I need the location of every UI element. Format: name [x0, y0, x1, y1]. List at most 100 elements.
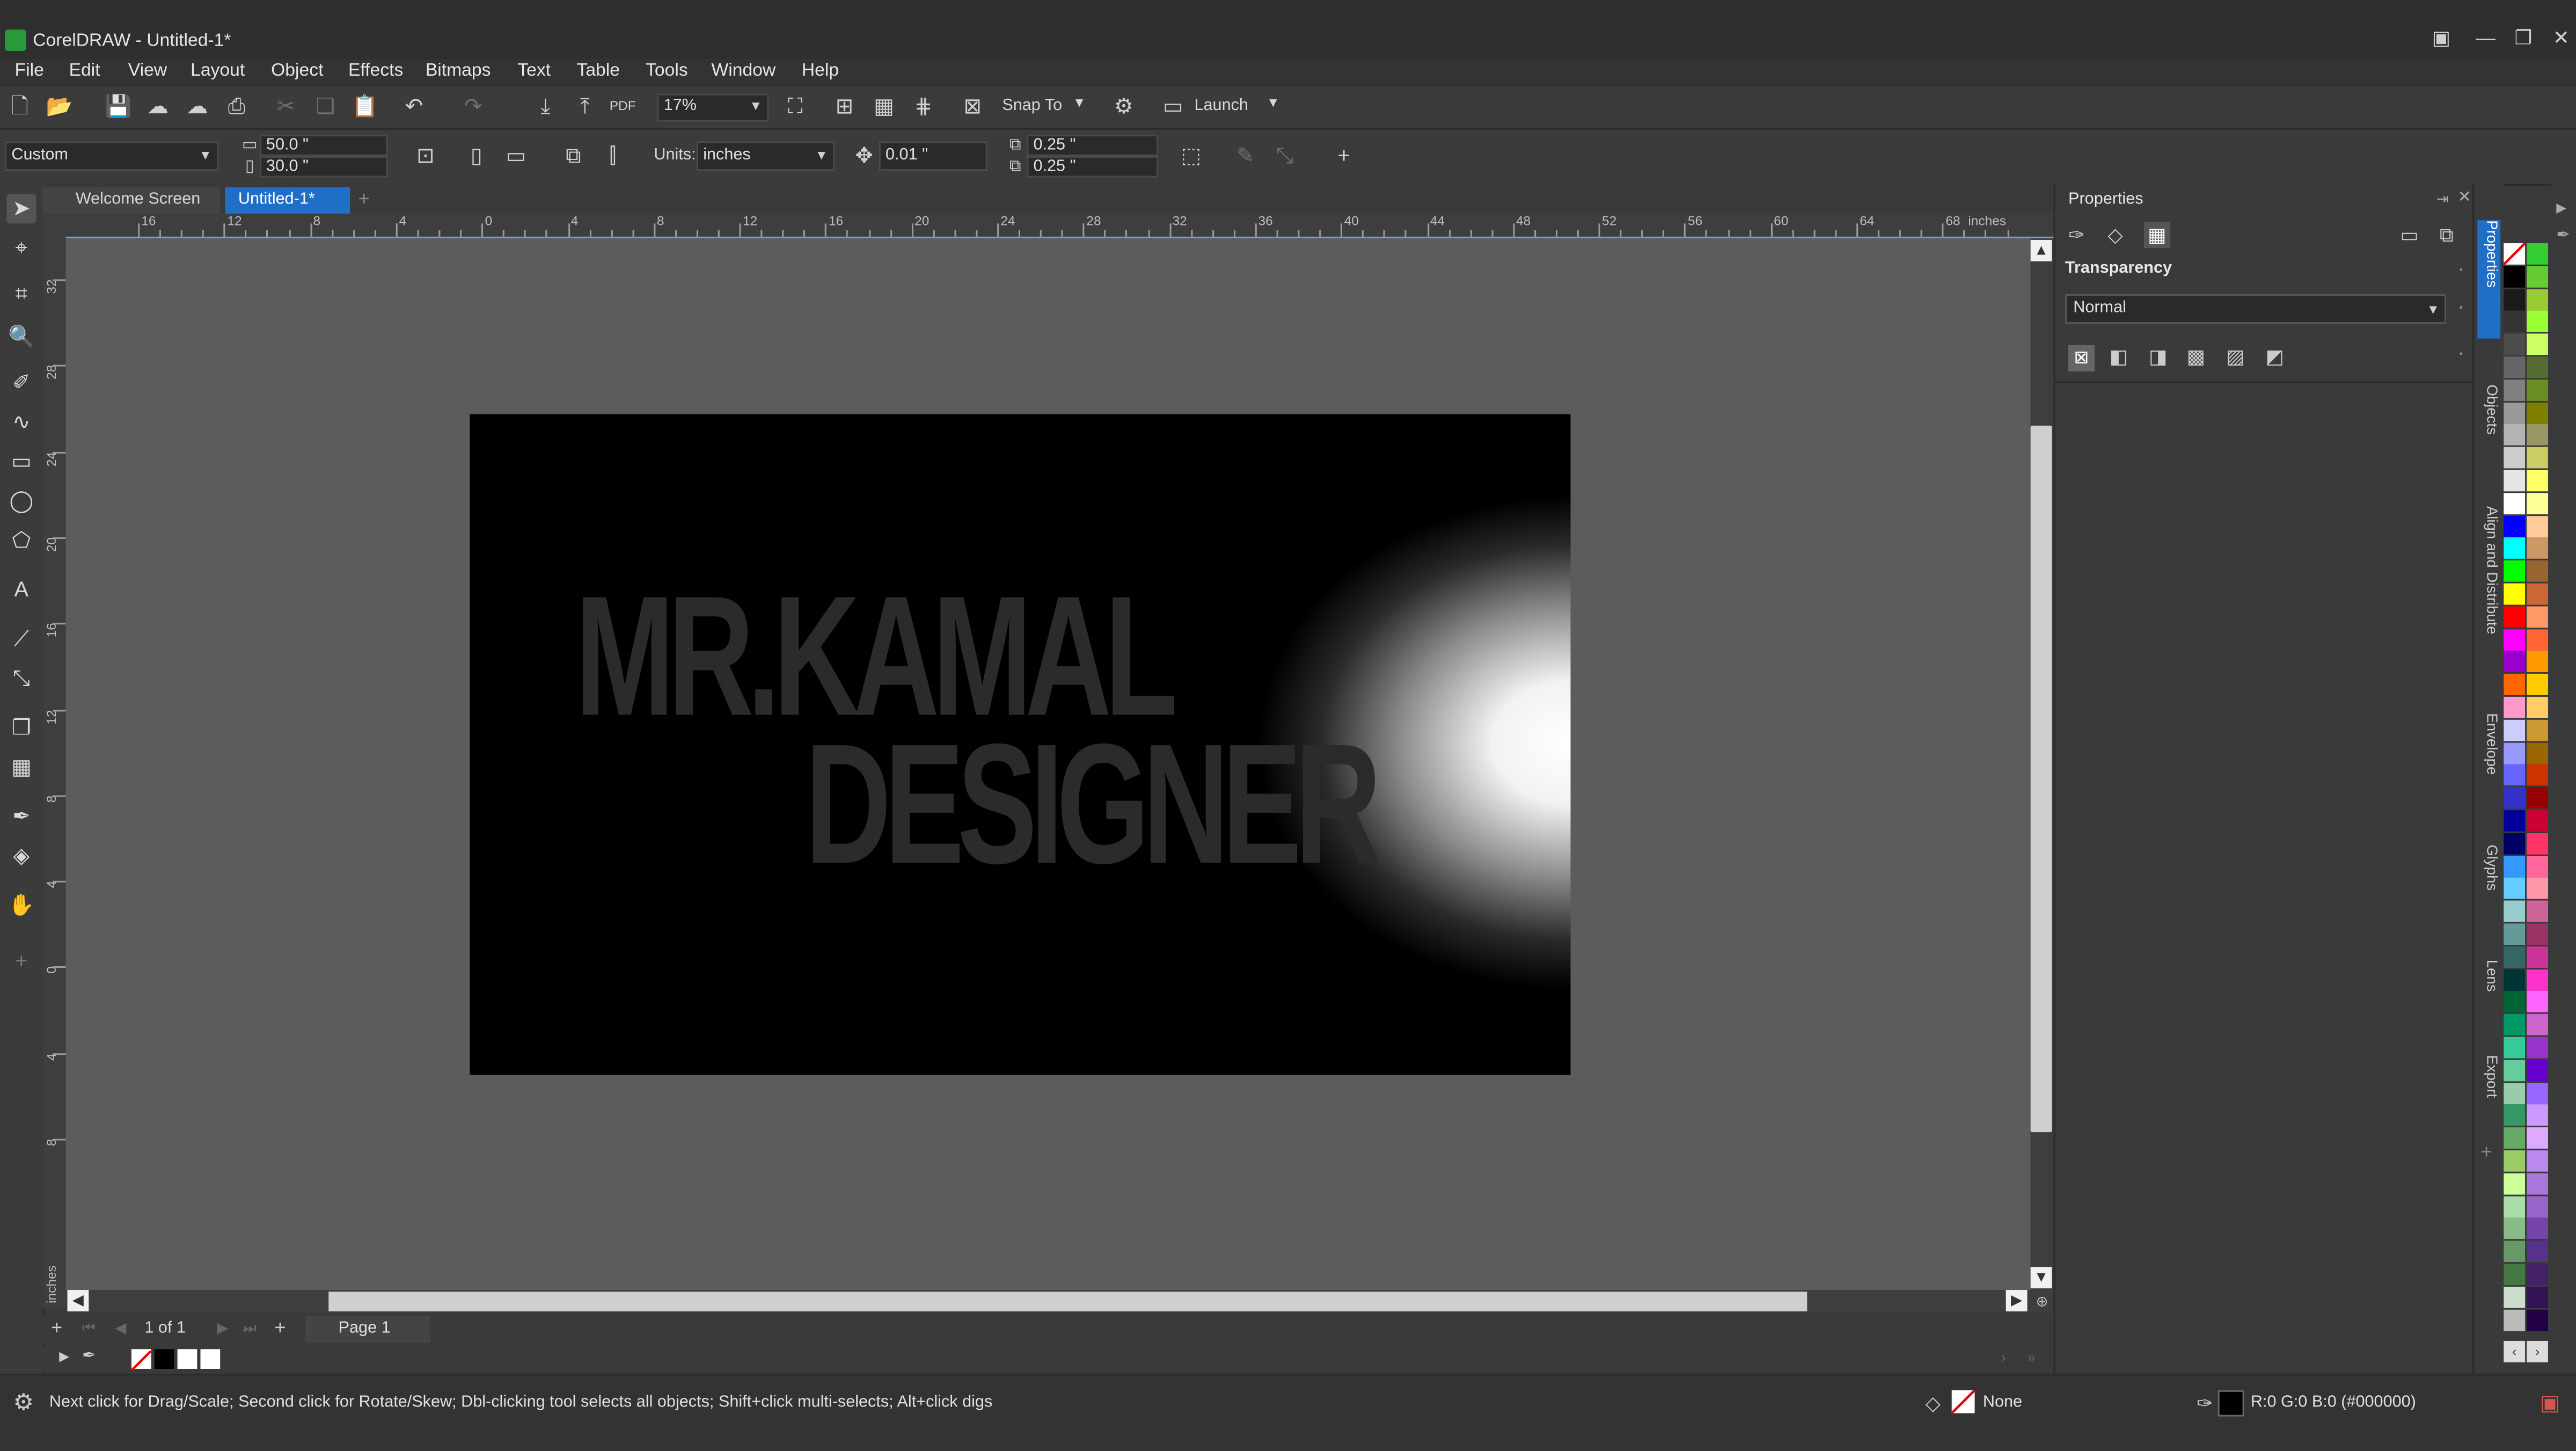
palette-swatch[interactable]: [2527, 764, 2548, 786]
palette-swatch[interactable]: [2527, 1082, 2548, 1104]
units-select[interactable]: inches ▼: [696, 141, 835, 171]
add-page-after-icon[interactable]: +: [274, 1316, 286, 1339]
fill-swatch[interactable]: [1951, 1389, 1976, 1414]
uniform-transparency-icon[interactable]: ◧: [2110, 345, 2128, 368]
strip-expand-icon[interactable]: ▶: [2556, 200, 2566, 215]
options-gear-icon[interactable]: ⚙: [1110, 93, 1137, 120]
palette-swatch[interactable]: [2527, 560, 2548, 582]
palette-swatch[interactable]: [2504, 629, 2526, 650]
shape-tool-icon[interactable]: ⌖: [6, 234, 36, 263]
palette-swatch[interactable]: [2527, 833, 2548, 855]
color-proof-icon[interactable]: ▣: [2540, 1390, 2560, 1417]
palette-swatch[interactable]: [2527, 333, 2548, 355]
docker-tab-glyphs[interactable]: Glyphs: [2477, 844, 2501, 903]
palette-prev-icon[interactable]: ‹: [2504, 1340, 2526, 1362]
vector-pattern-transparency-icon[interactable]: ▩: [2186, 345, 2205, 368]
fill-bucket-icon[interactable]: ◇: [2108, 223, 2123, 246]
palette-swatch[interactable]: [2527, 311, 2548, 333]
new-document-icon[interactable]: 🗋: [6, 93, 33, 120]
docker-tab-lens[interactable]: Lens: [2477, 960, 2501, 999]
palette-swatch[interactable]: [2527, 379, 2548, 401]
add-tool-icon[interactable]: +: [6, 946, 36, 976]
palette-swatch[interactable]: [2504, 1195, 2526, 1217]
palette-swatch[interactable]: [2527, 719, 2548, 741]
docker-tab-envelope[interactable]: Envelope: [2477, 713, 2501, 792]
tab-untitled-1[interactable]: Untitled-1*: [225, 187, 350, 214]
palette-swatch[interactable]: [2504, 447, 2526, 469]
palette-swatch[interactable]: [2504, 1286, 2526, 1308]
palette-swatch[interactable]: [2504, 855, 2526, 877]
snap-to-label[interactable]: Snap To: [1002, 97, 1062, 115]
add-page-before-icon[interactable]: +: [51, 1316, 62, 1339]
current-page-icon[interactable]: ⫿: [599, 143, 626, 169]
ellipse-tool-icon[interactable]: ◯: [6, 486, 36, 516]
palette-swatch[interactable]: [2527, 901, 2548, 922]
palette-swatch[interactable]: [2527, 946, 2548, 968]
add-docker-icon[interactable]: +: [2480, 1140, 2492, 1163]
add-toolbar-item-icon[interactable]: +: [1331, 143, 1357, 169]
menu-help[interactable]: Help: [802, 61, 839, 81]
outline-pen-status-icon[interactable]: ✑: [2197, 1392, 2213, 1415]
palette-swatch[interactable]: [2504, 787, 2526, 809]
menu-layout[interactable]: Layout: [191, 61, 245, 81]
page-preset-select[interactable]: Custom ▼: [5, 141, 219, 171]
palette-swatch[interactable]: [2527, 1286, 2548, 1308]
scroll-left-icon[interactable]: ◀: [67, 1290, 89, 1311]
palette-swatch[interactable]: [2527, 606, 2548, 628]
docker-tab-objects[interactable]: Objects: [2477, 384, 2501, 450]
palette-swatch[interactable]: [2504, 742, 2526, 764]
first-page-icon[interactable]: ⏮: [82, 1319, 96, 1338]
palette-swatch[interactable]: [2504, 424, 2526, 446]
palette-swatch[interactable]: [2504, 1150, 2526, 1172]
menu-edit[interactable]: Edit: [69, 61, 100, 81]
palette-swatch[interactable]: [2504, 878, 2526, 900]
pick-tool-icon[interactable]: ➤: [6, 194, 36, 224]
palette-swatch[interactable]: [2504, 379, 2526, 401]
palette-swatch[interactable]: [2504, 606, 2526, 628]
portrait-icon[interactable]: ▯: [463, 143, 489, 169]
palette-swatch[interactable]: [2527, 447, 2548, 469]
white-swatch-2[interactable]: [200, 1349, 221, 1369]
cloud-download-icon[interactable]: ☁: [144, 93, 171, 120]
paste-icon[interactable]: 📋: [352, 93, 378, 120]
horizontal-ruler[interactable]: inches 16 12 8 4 0 4 8 12 16 20 24 28 32 36 40 44 48 52 56…: [65, 213, 2054, 238]
palette-swatch[interactable]: [2527, 492, 2548, 514]
launch-icon[interactable]: ▭: [1160, 93, 1186, 120]
palette-swatch[interactable]: [2504, 288, 2526, 310]
polygon-tool-icon[interactable]: ⬠: [6, 526, 36, 556]
menu-file[interactable]: File: [15, 61, 44, 81]
redo-icon[interactable]: ↷: [460, 93, 486, 120]
docker-pin-icon[interactable]: ⧉: [2440, 223, 2454, 248]
print-icon[interactable]: ⎙: [223, 93, 250, 120]
palette-swatch[interactable]: [2504, 470, 2526, 492]
zoom-tool-icon[interactable]: 🔍: [6, 322, 36, 352]
palette-swatch[interactable]: [2504, 1037, 2526, 1059]
palette-swatch[interactable]: [2527, 696, 2548, 718]
palette-swatch[interactable]: [2527, 1059, 2548, 1081]
palette-swatch[interactable]: [2504, 1264, 2526, 1285]
menu-effects[interactable]: Effects: [348, 61, 403, 81]
palette-swatch[interactable]: [2504, 696, 2526, 718]
palette-swatch[interactable]: [2527, 1195, 2548, 1217]
treat-as-filled-icon[interactable]: ⬚: [1178, 143, 1204, 169]
docker-tab-align-distribute[interactable]: Align and Distribute: [2477, 506, 2501, 664]
cut-icon[interactable]: ✂: [273, 93, 299, 120]
palette-swatch[interactable]: [2527, 742, 2548, 764]
palette-swatch[interactable]: [2527, 266, 2548, 288]
full-screen-preview-icon[interactable]: ⛶: [782, 93, 808, 120]
palette-swatch[interactable]: [2527, 538, 2548, 560]
no-transparency-icon[interactable]: ⊠: [2068, 345, 2095, 371]
palette-swatch[interactable]: [2527, 968, 2548, 990]
outline-swatch[interactable]: [2218, 1390, 2244, 1417]
page-height-field[interactable]: 30.0 ": [259, 156, 388, 178]
palette-swatch[interactable]: [2527, 515, 2548, 537]
palette-swatch[interactable]: [2504, 764, 2526, 786]
undo-icon[interactable]: ↶: [401, 93, 427, 120]
palette-swatch[interactable]: [2527, 1264, 2548, 1285]
no-color-swatch[interactable]: [130, 1349, 152, 1372]
previous-page-icon[interactable]: ◀: [115, 1319, 126, 1338]
settings-gear-icon[interactable]: ⚙: [13, 1389, 33, 1417]
next-page-icon[interactable]: ▶: [217, 1319, 228, 1338]
palette-swatch[interactable]: [2504, 1082, 2526, 1104]
palette-swatch[interactable]: [2504, 538, 2526, 560]
